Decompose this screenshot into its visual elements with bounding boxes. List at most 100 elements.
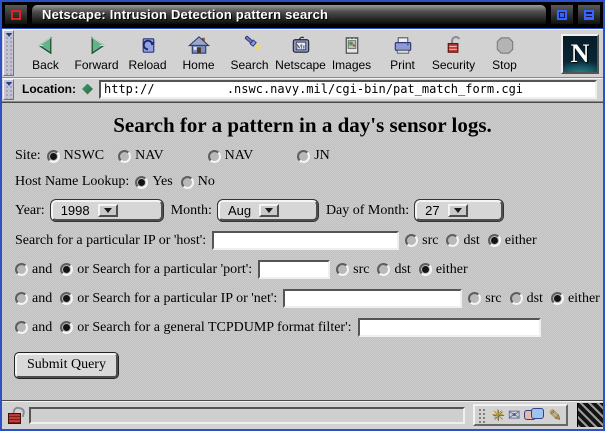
forward-button[interactable]: Forward	[71, 31, 122, 76]
minimize-button[interactable]	[550, 4, 574, 25]
direction-label: src	[353, 262, 369, 278]
direction-label: src	[422, 233, 438, 249]
netscape-logo[interactable]: N	[561, 34, 599, 74]
stop-button[interactable]: Stop	[479, 31, 530, 76]
port-dst-radio[interactable]	[377, 263, 390, 276]
home-button[interactable]: Home	[173, 31, 224, 76]
chevron-down-icon	[448, 204, 468, 217]
site-option-label: NSWC	[64, 148, 104, 164]
port-or-radio[interactable]	[60, 263, 73, 276]
location-input[interactable]	[99, 80, 597, 99]
mailbox-icon[interactable]: ✉	[508, 408, 521, 423]
minimize-icon	[557, 10, 567, 20]
maximize-button[interactable]	[577, 4, 601, 25]
host-src-radio[interactable]	[405, 234, 418, 247]
security-padlock-icon[interactable]	[8, 407, 23, 424]
year-label: Year:	[15, 203, 45, 219]
component-bar: ✳ ✉ ✎	[473, 404, 568, 426]
host-search-row: Search for a particular IP or 'host': sr…	[15, 231, 603, 250]
port-search-label: or Search for a particular 'port':	[77, 262, 252, 278]
discussions-icon[interactable]	[524, 408, 544, 423]
page-title: Search for a pattern in a day's sensor l…	[2, 113, 603, 138]
site-option-label: NAV	[135, 148, 164, 164]
month-value: Aug	[228, 203, 251, 218]
resize-grip[interactable]	[577, 403, 603, 427]
filter-search-row: and or Search for a general TCPDUMP form…	[15, 318, 603, 337]
and-label: and	[32, 262, 52, 278]
net-either-radio[interactable]	[551, 292, 564, 305]
netscape-button[interactable]: My Netscape	[275, 31, 326, 76]
port-and-radio[interactable]	[15, 263, 28, 276]
net-search-row: and or Search for a particular IP or 'ne…	[15, 289, 603, 308]
security-button[interactable]: Security	[428, 31, 479, 76]
host-either-radio[interactable]	[488, 234, 501, 247]
printer-icon	[391, 34, 415, 57]
direction-label: dst	[463, 233, 479, 249]
navigator-icon[interactable]: ✳	[491, 408, 504, 423]
year-select[interactable]: 1998	[51, 200, 163, 221]
composer-icon[interactable]: ✎	[548, 408, 561, 423]
filter-or-radio[interactable]	[60, 321, 73, 334]
status-bar: ✳ ✉ ✎	[2, 401, 603, 429]
site-label: Site:	[15, 148, 41, 164]
lookup-option-label: No	[198, 174, 215, 190]
toolbar-button-label: Search	[230, 58, 268, 72]
port-src-radio[interactable]	[336, 263, 349, 276]
net-src-radio[interactable]	[468, 292, 481, 305]
search-button[interactable]: Search	[224, 31, 275, 76]
host-dst-radio[interactable]	[446, 234, 459, 247]
location-inner: Location:	[16, 78, 603, 101]
toolbar-button-label: Security	[432, 58, 475, 72]
site-radio-nswc[interactable]	[47, 150, 60, 163]
filter-search-input[interactable]	[358, 318, 541, 337]
direction-label: dst	[394, 262, 410, 278]
reload-button[interactable]: Reload	[122, 31, 173, 76]
submit-query-button[interactable]: Submit Query	[15, 353, 118, 378]
direction-label: either	[436, 262, 468, 278]
day-select[interactable]: 27	[415, 200, 503, 221]
filter-search-label: or Search for a general TCPDUMP format f…	[77, 320, 351, 336]
net-or-radio[interactable]	[60, 292, 73, 305]
chevron-down-icon	[259, 204, 279, 217]
host-search-input[interactable]	[212, 231, 399, 250]
host-search-label: Search for a particular IP or 'host':	[15, 233, 206, 249]
port-search-input[interactable]	[258, 260, 330, 279]
window-menu-icon	[11, 10, 21, 20]
net-dst-radio[interactable]	[510, 292, 523, 305]
back-arrow-icon	[34, 34, 58, 57]
images-button[interactable]: Images	[326, 31, 377, 76]
filter-and-radio[interactable]	[15, 321, 28, 334]
lookup-label: Host Name Lookup:	[15, 174, 129, 190]
forward-arrow-icon	[85, 34, 109, 57]
toolbar-button-label: Forward	[74, 58, 118, 72]
direction-label: either	[505, 233, 537, 249]
toolbar-button-label: Stop	[492, 58, 517, 72]
site-radio-nav2[interactable]	[208, 150, 221, 163]
window-menu-button[interactable]	[4, 4, 28, 25]
my-netscape-icon: My	[289, 34, 313, 57]
toolbar-buttons: Back Forward Reload	[16, 29, 603, 77]
day-value: 27	[425, 203, 439, 218]
print-button[interactable]: Print	[377, 31, 428, 76]
net-and-radio[interactable]	[15, 292, 28, 305]
and-label: and	[32, 291, 52, 307]
back-button[interactable]: Back	[20, 31, 71, 76]
month-select[interactable]: Aug	[218, 200, 318, 221]
direction-label: either	[568, 291, 600, 307]
main-toolbar: Back Forward Reload	[2, 29, 603, 78]
browser-window: Netscape: Intrusion Detection pattern se…	[0, 0, 605, 431]
location-bar: Location:	[2, 78, 603, 102]
site-radio-jn[interactable]	[297, 150, 310, 163]
page-content: Search for a pattern in a day's sensor l…	[2, 102, 603, 401]
toolbar-button-label: Print	[390, 58, 415, 72]
port-either-radio[interactable]	[419, 263, 432, 276]
location-label: Location:	[22, 82, 76, 96]
site-radio-nav1[interactable]	[118, 150, 131, 163]
lookup-radio-yes[interactable]	[135, 176, 148, 189]
toolbar-collapse-tab[interactable]	[3, 30, 14, 76]
component-bar-grip[interactable]	[478, 408, 487, 423]
net-search-input[interactable]	[283, 289, 462, 308]
lookup-radio-no[interactable]	[181, 176, 194, 189]
location-collapse-tab[interactable]	[3, 79, 14, 100]
bookmark-quill-icon[interactable]	[81, 83, 94, 96]
